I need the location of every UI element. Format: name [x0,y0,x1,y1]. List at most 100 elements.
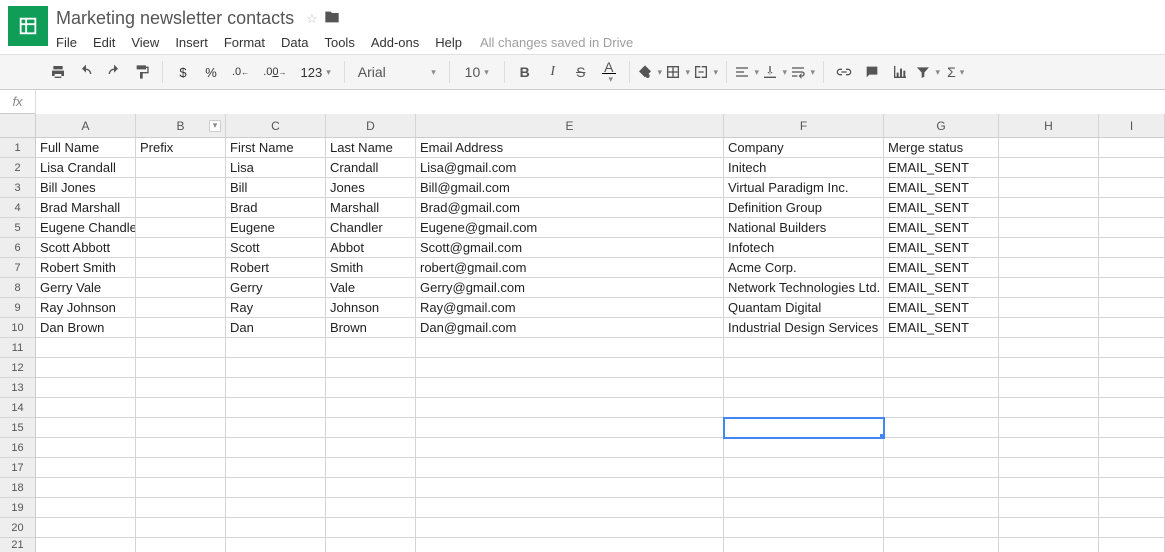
cell[interactable]: EMAIL_SENT [884,218,999,238]
currency-button[interactable]: $ [170,59,196,85]
cell[interactable] [999,498,1099,518]
redo-button[interactable] [101,59,127,85]
cell[interactable] [999,358,1099,378]
menu-view[interactable]: View [123,31,167,54]
cell[interactable]: Marshall [326,198,416,218]
cell[interactable] [136,258,226,278]
increase-decimal-button[interactable]: .00→ [257,59,292,85]
cell[interactable]: Merge status [884,138,999,158]
cell[interactable]: EMAIL_SENT [884,298,999,318]
row-header[interactable]: 17 [0,458,36,478]
cell[interactable]: Lisa [226,158,326,178]
italic-button[interactable]: I [540,59,566,85]
cell[interactable]: Brad [226,198,326,218]
cell[interactable]: Acme Corp. [724,258,884,278]
cell[interactable]: Gerry Vale [36,278,136,298]
cell[interactable] [36,538,136,552]
cell[interactable] [326,538,416,552]
cell[interactable]: Robert [226,258,326,278]
cell[interactable]: Last Name [326,138,416,158]
cell[interactable]: EMAIL_SENT [884,198,999,218]
cell[interactable] [136,378,226,398]
column-header-I[interactable]: I [1099,114,1165,138]
cell[interactable] [884,338,999,358]
cell[interactable]: Vale [326,278,416,298]
cell[interactable] [326,458,416,478]
cell[interactable] [999,398,1099,418]
cell[interactable]: Eugene [226,218,326,238]
vertical-align-button[interactable] [762,59,788,85]
cell[interactable]: Crandall [326,158,416,178]
cell[interactable]: Gerry [226,278,326,298]
row-header[interactable]: 10 [0,318,36,338]
row-header[interactable]: 3 [0,178,36,198]
cell[interactable] [326,358,416,378]
cell[interactable] [884,418,999,438]
cell[interactable]: Scott@gmail.com [416,238,724,258]
cell[interactable]: Definition Group [724,198,884,218]
column-header-C[interactable]: C [226,114,326,138]
cell[interactable]: Prefix [136,138,226,158]
cell[interactable]: Email Address [416,138,724,158]
cell[interactable]: Chandler [326,218,416,238]
cell[interactable] [999,438,1099,458]
cell[interactable]: Bill [226,178,326,198]
menu-help[interactable]: Help [427,31,470,54]
cell[interactable]: Lisa Crandall [36,158,136,178]
cell[interactable] [724,478,884,498]
cell[interactable] [999,278,1099,298]
cell[interactable] [884,518,999,538]
cell[interactable] [136,458,226,478]
cell[interactable] [36,498,136,518]
cell[interactable]: Lisa@gmail.com [416,158,724,178]
cell[interactable] [999,318,1099,338]
menu-format[interactable]: Format [216,31,273,54]
row-header[interactable]: 4 [0,198,36,218]
cell[interactable] [416,498,724,518]
cell[interactable]: EMAIL_SENT [884,158,999,178]
cell[interactable]: Virtual Paradigm Inc. [724,178,884,198]
cell[interactable] [1099,498,1165,518]
cell[interactable] [36,398,136,418]
column-header-A[interactable]: A [36,114,136,138]
cell[interactable]: Johnson [326,298,416,318]
cell[interactable] [999,298,1099,318]
cell[interactable] [416,458,724,478]
font-family-dropdown[interactable]: Arial [352,59,442,85]
cell[interactable] [999,418,1099,438]
row-header[interactable]: 6 [0,238,36,258]
cell[interactable]: Industrial Design Services [724,318,884,338]
cell[interactable] [1099,338,1165,358]
cell[interactable] [1099,278,1165,298]
cell[interactable]: EMAIL_SENT [884,278,999,298]
row-header[interactable]: 15 [0,418,36,438]
cell[interactable] [999,138,1099,158]
cell[interactable]: EMAIL_SENT [884,258,999,278]
undo-button[interactable] [73,59,99,85]
row-header[interactable]: 9 [0,298,36,318]
row-header[interactable]: 21 [0,538,36,552]
fill-color-button[interactable] [637,59,663,85]
cell[interactable] [1099,418,1165,438]
cell[interactable] [884,498,999,518]
row-header[interactable]: 13 [0,378,36,398]
cell[interactable] [1099,238,1165,258]
cell[interactable] [884,538,999,552]
cell[interactable]: Company [724,138,884,158]
bold-button[interactable]: B [512,59,538,85]
cell[interactable] [326,338,416,358]
paint-format-button[interactable] [129,59,155,85]
menu-tools[interactable]: Tools [316,31,362,54]
sheets-logo[interactable] [8,6,48,46]
cell[interactable] [884,378,999,398]
cell[interactable] [1099,218,1165,238]
filter-caret-icon[interactable]: ▾ [209,120,221,132]
row-header[interactable]: 7 [0,258,36,278]
cell[interactable] [36,378,136,398]
cell[interactable] [136,438,226,458]
cell[interactable] [1099,378,1165,398]
cell[interactable]: Quantam Digital [724,298,884,318]
cell[interactable]: Jones [326,178,416,198]
cell[interactable] [136,398,226,418]
cell[interactable]: Dan [226,318,326,338]
